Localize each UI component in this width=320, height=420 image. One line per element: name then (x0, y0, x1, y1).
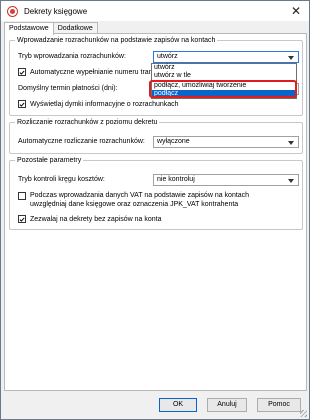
control-label: Tryb kontroli kręgu kosztów: (18, 176, 105, 183)
dekrety-app-icon (7, 5, 18, 17)
dekrety-dialog: Dekrety księgowe ✕ Podstawowe Dodatkowe … (0, 0, 310, 420)
allow-empty-label: Zezwalaj na dekrety bez zapisów na konta (30, 216, 162, 223)
mode-select[interactable]: utwórz (153, 51, 299, 63)
dropdown-option-utworz[interactable]: utwórz (152, 64, 296, 72)
help-button[interactable]: Pomoc (257, 398, 301, 412)
auto-fill-label: Automatyczne wypełnianie numeru transakc… (30, 69, 171, 76)
cancel-button[interactable]: Anuluj (207, 398, 247, 412)
group-title: Wprowadzanie rozrachunków na podstawie z… (15, 36, 218, 45)
auto-settle-value: wyłączone (157, 138, 190, 145)
group-title: Pozostałe parametry (15, 156, 84, 165)
auto-settle-label: Automatyczne rozliczanie rozrachunków: (18, 138, 145, 145)
vat-checkbox[interactable] (18, 192, 26, 200)
vat-label-line2: uwzględniaj dane księgowe oraz oznaczeni… (30, 201, 239, 208)
group-title: Rozliczanie rozrachunków z poziomu dekre… (15, 118, 160, 127)
tooltips-label: Wyświetlaj dymki informacyjne o rozrachu… (30, 101, 179, 108)
vat-label-line1: Podczas wprowadzania danych VAT na podst… (30, 192, 250, 199)
dropdown-option-podlacz-tworzenie[interactable]: podłącz, umożliwiaj tworzenie (152, 82, 296, 90)
mode-select-value: utwórz (157, 53, 178, 60)
title-bar[interactable]: Dekrety księgowe ✕ (1, 1, 309, 21)
control-value: nie kontroluj (157, 176, 195, 183)
auto-settle-select[interactable]: wyłączone (153, 136, 299, 148)
check-icon (19, 217, 25, 222)
chevron-down-icon[interactable] (288, 141, 294, 145)
ok-button[interactable]: OK (159, 398, 197, 412)
dropdown-option-utworz-w-tle[interactable]: utwórz w tle (152, 72, 296, 80)
check-icon (19, 70, 25, 75)
tab-podstawowe[interactable]: Podstawowe (4, 22, 54, 35)
auto-fill-checkbox[interactable] (18, 68, 26, 76)
close-icon[interactable]: ✕ (283, 1, 309, 21)
mode-dropdown-list: utwórz utwórz w tle podłącz, umożliwiaj … (151, 63, 297, 99)
tooltips-checkbox[interactable] (18, 100, 26, 108)
mode-label: Tryb wprowadzania rozrachunków: (18, 53, 126, 60)
check-icon (19, 102, 25, 107)
chevron-down-icon[interactable] (288, 56, 294, 60)
allow-empty-checkbox[interactable] (18, 215, 26, 223)
chevron-down-icon[interactable] (288, 179, 294, 183)
due-date-label: Domyślny termin płatności (dni): (18, 85, 118, 92)
dropdown-option-podlacz[interactable]: podłącz (152, 90, 296, 98)
control-select[interactable]: nie kontroluj (153, 174, 299, 186)
window-title: Dekrety księgowe (24, 6, 88, 16)
resize-grip-icon[interactable] (300, 410, 307, 417)
